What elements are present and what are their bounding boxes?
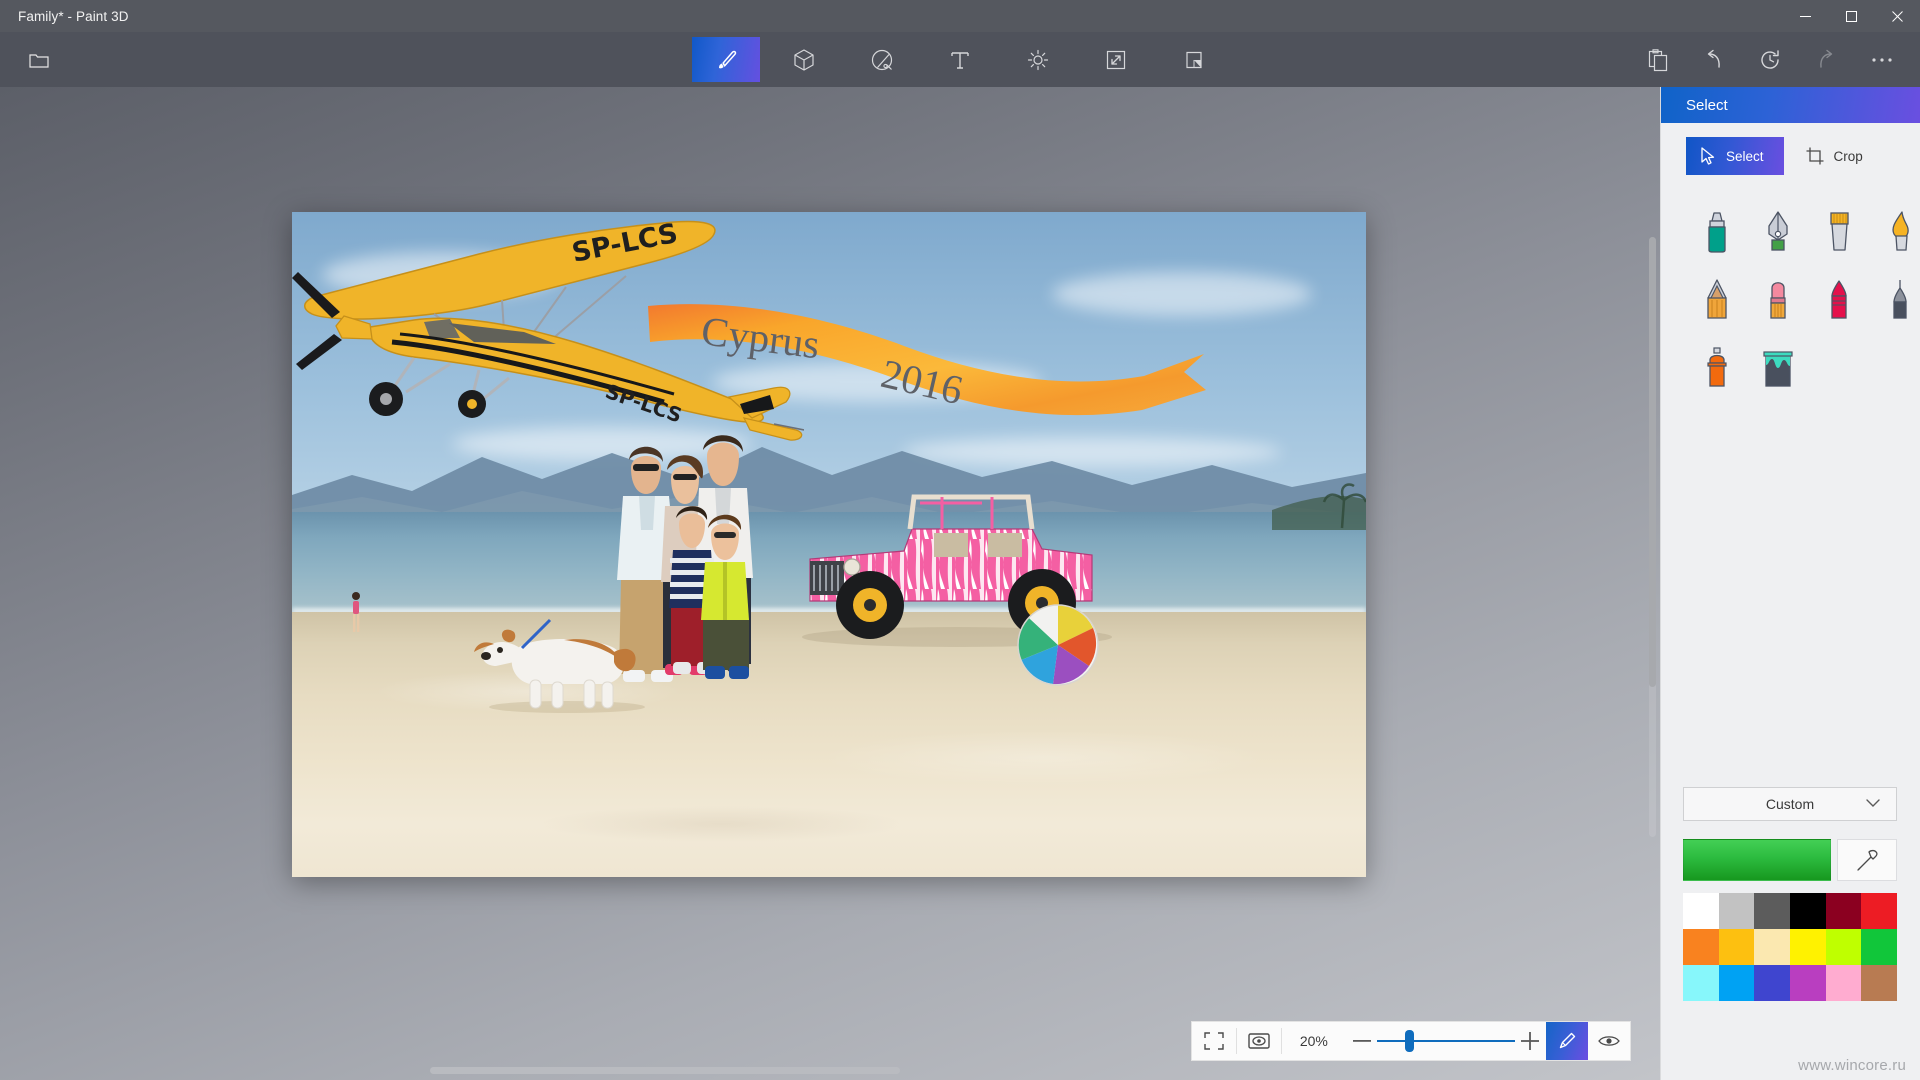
zoom-out-button[interactable] xyxy=(1346,1022,1377,1060)
thickness-dropdown[interactable]: Custom xyxy=(1683,787,1897,821)
cursor-icon xyxy=(1700,147,1716,165)
color-swatch[interactable] xyxy=(1683,893,1719,929)
color-swatch[interactable] xyxy=(1790,965,1826,1001)
fit-to-screen-icon[interactable] xyxy=(1192,1022,1236,1060)
color-swatch[interactable] xyxy=(1754,965,1790,1001)
history-icon[interactable] xyxy=(1742,37,1798,83)
sunglasses xyxy=(633,464,659,471)
title-bar: Family* - Paint 3D xyxy=(0,0,1920,32)
tool-text[interactable] xyxy=(926,37,994,82)
zoom-status-bar: 20% xyxy=(1191,1021,1631,1061)
color-swatch[interactable] xyxy=(1861,893,1897,929)
color-swatch[interactable] xyxy=(1754,929,1790,965)
zoom-slider-track xyxy=(1377,1040,1515,1042)
window-controls xyxy=(1782,0,1920,32)
zoom-slider[interactable] xyxy=(1377,1022,1515,1060)
tool-ribbon xyxy=(0,32,1920,87)
color-swatch[interactable] xyxy=(1754,893,1790,929)
select-mode-row: Select Crop xyxy=(1661,123,1920,175)
window-title: Family* - Paint 3D xyxy=(18,8,129,24)
brush-calligraphy-pen[interactable] xyxy=(1750,201,1805,263)
show-view-icon[interactable] xyxy=(1237,1022,1281,1060)
banner-sticker[interactable]: Cyprus 2016 Cyprus 2016 xyxy=(644,298,1264,418)
brush-spray-can[interactable] xyxy=(1689,337,1744,399)
pencil-icon[interactable] xyxy=(1545,1022,1588,1060)
brush-fill[interactable] xyxy=(1750,337,1805,399)
tool-art-tools[interactable] xyxy=(692,37,760,82)
artwork-canvas[interactable]: SP-LCS SP-LCS Cyprus 2016 xyxy=(292,212,1366,877)
zoom-level-label: 20% xyxy=(1299,1033,1328,1049)
brush-pixel-pen[interactable] xyxy=(1872,269,1920,331)
brush-crayon[interactable] xyxy=(1811,269,1866,331)
color-swatch[interactable] xyxy=(1790,929,1826,965)
dog-sticker[interactable] xyxy=(472,604,662,714)
thickness-label: Custom xyxy=(1765,796,1815,812)
brush-watercolor[interactable] xyxy=(1872,201,1920,263)
color-palette xyxy=(1683,893,1897,1001)
beach-ball-sticker[interactable] xyxy=(1015,602,1101,688)
color-swatch[interactable] xyxy=(1825,929,1862,965)
color-swatch[interactable] xyxy=(1718,965,1755,1001)
current-color-row xyxy=(1683,839,1897,881)
color-swatch[interactable] xyxy=(1718,929,1755,965)
zoom-slider-thumb[interactable] xyxy=(1405,1030,1415,1052)
watermark: www.wincore.ru xyxy=(1798,1057,1906,1074)
sunglasses xyxy=(673,474,697,480)
maximize-icon[interactable] xyxy=(1828,0,1874,32)
minimize-icon[interactable] xyxy=(1782,0,1828,32)
canvas-vertical-scrollbar[interactable] xyxy=(1649,237,1656,837)
chevron-down-icon xyxy=(1866,799,1880,808)
ribbon-right-group xyxy=(1630,32,1910,87)
more-options-icon[interactable] xyxy=(1854,37,1910,83)
color-swatch[interactable] xyxy=(1718,893,1755,929)
select-mode-label: Select xyxy=(1726,148,1764,164)
svg-text:Cyprus: Cyprus xyxy=(699,307,822,367)
center-tool-group xyxy=(692,32,1228,87)
crop-icon xyxy=(1806,147,1824,165)
eyedropper-button[interactable] xyxy=(1837,839,1897,881)
undo-icon[interactable] xyxy=(1686,37,1742,83)
brush-pencil[interactable] xyxy=(1689,269,1744,331)
color-swatch[interactable] xyxy=(1861,965,1897,1001)
select-panel: Select Select Crop Custom www.wincore.ru xyxy=(1660,87,1920,1080)
paste-icon[interactable] xyxy=(1630,37,1686,83)
brush-marker[interactable] xyxy=(1689,201,1744,263)
color-swatch[interactable] xyxy=(1683,965,1719,1001)
paint3d-window: Family* - Paint 3D SP-LCS SP-LCS Cyprus … xyxy=(0,0,1920,1080)
crop-mode-label: Crop xyxy=(1833,148,1863,164)
swimmer-figure xyxy=(352,592,360,632)
brush-grid xyxy=(1661,175,1920,399)
panel-title: Select xyxy=(1686,96,1728,114)
beach-sand xyxy=(292,612,1366,877)
color-swatch[interactable] xyxy=(1825,893,1862,929)
eyeglasses xyxy=(714,532,736,538)
zoom-in-button[interactable] xyxy=(1515,1022,1546,1060)
tool-3d-shapes[interactable] xyxy=(770,37,838,82)
svg-text:2016: 2016 xyxy=(877,350,967,413)
tool-3d-library[interactable] xyxy=(1160,37,1228,82)
panel-header: Select xyxy=(1661,87,1920,123)
select-mode-button[interactable]: Select xyxy=(1686,137,1784,175)
eyedropper-icon xyxy=(1856,849,1878,871)
canvas-horizontal-scrollbar[interactable] xyxy=(430,1067,900,1074)
tool-stickers[interactable] xyxy=(848,37,916,82)
close-icon[interactable] xyxy=(1874,0,1920,32)
color-swatch[interactable] xyxy=(1825,965,1862,1001)
palm-tree xyxy=(1272,483,1366,530)
tool-canvas[interactable] xyxy=(1082,37,1150,82)
eye-icon[interactable] xyxy=(1588,1022,1630,1060)
brush-oil[interactable] xyxy=(1811,201,1866,263)
canvas-workspace[interactable]: SP-LCS SP-LCS Cyprus 2016 xyxy=(0,87,1660,1080)
color-swatch[interactable] xyxy=(1683,929,1719,965)
menu-icon[interactable] xyxy=(16,40,62,80)
brush-eraser[interactable] xyxy=(1750,269,1805,331)
color-swatch[interactable] xyxy=(1861,929,1897,965)
tool-effects[interactable] xyxy=(1004,37,1072,82)
color-swatch[interactable] xyxy=(1790,893,1826,929)
crop-mode-button[interactable]: Crop xyxy=(1790,137,1883,175)
current-color-swatch[interactable] xyxy=(1683,839,1831,881)
redo-icon xyxy=(1798,37,1854,83)
